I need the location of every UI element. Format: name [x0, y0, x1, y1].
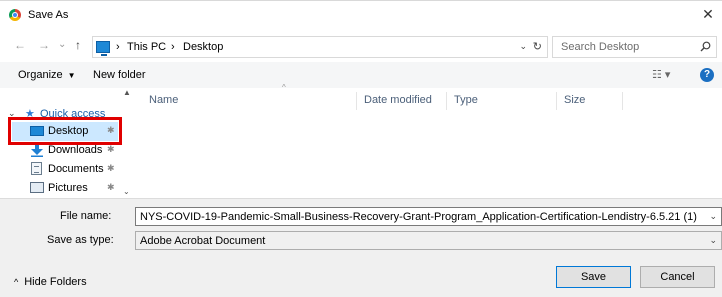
- file-list[interactable]: Name ^ Date modified Type Size: [134, 83, 722, 198]
- address-bar[interactable]: › This PC › Desktop ⌄ ↻: [92, 36, 548, 58]
- save-as-type-label: Save as type:: [47, 234, 114, 246]
- save-as-type-value: Adobe Acrobat Document: [140, 235, 266, 247]
- download-icon: [31, 143, 43, 157]
- pictures-icon: [30, 182, 44, 193]
- close-icon[interactable]: ✕: [700, 6, 716, 22]
- this-pc-icon: [96, 41, 110, 56]
- column-header-size[interactable]: Size: [564, 94, 585, 106]
- save-form: File name: NYS-COVID-19-Pandemic-Small-B…: [0, 198, 722, 297]
- window-title: Save As: [28, 9, 69, 21]
- hide-folders-button[interactable]: ^ Hide Folders: [14, 276, 87, 288]
- recent-locations-icon[interactable]: ⌄: [58, 39, 66, 50]
- search-icon: [700, 41, 711, 52]
- back-icon[interactable]: ←: [14, 38, 26, 52]
- pin-icon[interactable]: ✱: [107, 144, 115, 155]
- refresh-icon[interactable]: ↻: [533, 40, 542, 53]
- sidebar-item-documents[interactable]: Documents ✱: [0, 160, 118, 179]
- column-name-label: Name: [149, 94, 179, 106]
- file-name-value: NYS-COVID-19-Pandemic-Small-Business-Rec…: [140, 211, 697, 223]
- hide-folders-label: Hide Folders: [24, 276, 87, 288]
- title-bar: Save As ✕: [0, 0, 722, 28]
- save-as-type-select[interactable]: Adobe Acrobat Document ⌄: [135, 231, 722, 250]
- save-button[interactable]: Save: [556, 266, 631, 288]
- column-divider[interactable]: [356, 92, 357, 110]
- address-dropdown-icon[interactable]: ⌄: [519, 41, 527, 52]
- search-input[interactable]: Search Desktop: [552, 36, 717, 58]
- new-folder-button[interactable]: New folder: [93, 69, 146, 81]
- sort-ascending-icon: ^: [282, 83, 286, 92]
- breadcrumb-this-pc[interactable]: This PC: [127, 41, 166, 53]
- column-header-name[interactable]: Name: [149, 94, 178, 106]
- sidebar-item-pictures[interactable]: Pictures ✱: [0, 179, 118, 198]
- file-name-label: File name:: [60, 210, 112, 222]
- sidebar-item-label: Documents: [48, 163, 104, 175]
- documents-icon: [31, 162, 42, 175]
- column-divider[interactable]: [446, 92, 447, 110]
- highlight-annotation: [8, 117, 122, 145]
- organize-label: Organize: [18, 69, 63, 81]
- caret-down-icon: ▼: [67, 71, 76, 80]
- organize-button[interactable]: Organize ▼: [18, 69, 76, 81]
- view-options-icon[interactable]: ☷ ▾: [652, 68, 678, 82]
- forward-icon[interactable]: →: [38, 38, 50, 52]
- column-divider[interactable]: [622, 92, 623, 110]
- sidebar-item-label: Downloads: [48, 144, 103, 156]
- navigation-scrollbar[interactable]: ▲ ⌄: [120, 88, 134, 198]
- breadcrumb-separator[interactable]: ›: [171, 41, 175, 53]
- breadcrumb-separator[interactable]: ›: [116, 41, 120, 53]
- column-header-date-modified[interactable]: Date modified: [364, 94, 432, 106]
- breadcrumb-desktop[interactable]: Desktop: [183, 41, 223, 53]
- scroll-up-icon[interactable]: ▲: [123, 88, 131, 97]
- chevron-down-icon[interactable]: ⌄: [709, 235, 717, 246]
- column-header-type[interactable]: Type: [454, 94, 478, 106]
- help-icon[interactable]: ?: [700, 68, 714, 82]
- navigation-bar: ← → ⌄ ↑ › This PC › Desktop ⌄ ↻ Search D…: [0, 36, 722, 58]
- sidebar-item-label: Pictures: [48, 182, 88, 194]
- chrome-icon: [9, 9, 21, 21]
- pin-icon[interactable]: ✱: [107, 163, 115, 174]
- command-toolbar: Organize ▼ New folder ☷ ▾ ?: [0, 62, 722, 88]
- column-divider[interactable]: [556, 92, 557, 110]
- search-placeholder: Search Desktop: [561, 41, 640, 53]
- cancel-button[interactable]: Cancel: [640, 266, 715, 288]
- up-icon[interactable]: ↑: [75, 38, 81, 52]
- chevron-up-icon: ^: [14, 277, 19, 287]
- chevron-down-icon[interactable]: ⌄: [709, 211, 717, 222]
- pin-icon[interactable]: ✱: [107, 182, 115, 193]
- file-name-field[interactable]: NYS-COVID-19-Pandemic-Small-Business-Rec…: [135, 207, 722, 226]
- scroll-down-icon[interactable]: ⌄: [123, 187, 130, 196]
